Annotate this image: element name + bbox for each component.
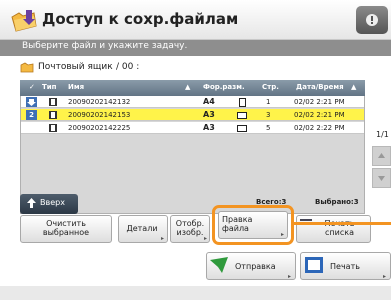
footer-bar [0,286,391,300]
document-type-icon [49,111,57,119]
header-name[interactable]: Имя [68,83,84,91]
chevron-right-icon: ▸ [161,235,165,242]
landscape-icon [237,125,247,132]
folder-access-icon [11,10,37,32]
status-icon [366,14,378,26]
mailbox-icon [20,62,34,73]
file-date: 02/02 2:21 PM [294,98,345,106]
page-indicator: 1/1 [376,130,389,139]
print-list-label-2: списка [325,228,354,237]
mailbox-number: / 00 : [116,62,140,72]
file-name: 20090202142225 [68,124,131,132]
mailbox-label: Почтовый ящик [38,62,113,72]
clear-label-2: выбранное [42,228,90,237]
send-icon [210,257,228,273]
chevron-right-icon: ▸ [383,273,387,280]
up-button-label: Вверх [40,198,65,207]
header-format[interactable]: Фор.разм. [203,83,245,91]
chevron-right-icon: ▸ [204,235,208,242]
header-datetime[interactable]: Дата/Время [296,83,344,91]
triangle-up-icon [378,153,385,158]
portrait-icon [239,98,246,107]
page-count: 3 [266,111,271,119]
details-label: Детали [126,224,158,233]
page-count: 5 [266,124,271,132]
page-count: 1 [266,98,271,106]
document-type-icon [49,124,57,132]
sort-arrow-icon: ▲ [185,83,191,91]
file-name: 20090202142132 [68,98,131,106]
highlight-frame [212,205,294,245]
paper-size: A3 [203,110,215,119]
print-icon [305,257,323,273]
scroll-down-button[interactable] [372,168,391,188]
callout-line [294,222,391,225]
sort-arrow-icon: ▲ [351,83,357,91]
up-arrow-icon [27,198,36,208]
send-label: Отправка [235,262,276,271]
file-name: 20090202142153 [68,111,131,119]
file-date: 02/02 2:22 PM [294,124,345,132]
document-type-icon [49,98,57,106]
file-date: 02/02 2:21 PM [294,111,345,119]
header-pages[interactable]: Стр. [262,83,279,91]
status-message: Выберите файл и укажите задачу. [22,41,188,51]
display-label-1: Отобр. [175,219,205,228]
landscape-icon [237,112,247,119]
header-check[interactable]: ✓ [29,83,35,91]
selection-order-badge: 2 [26,110,37,120]
selected-count: Выбрано:3 [315,198,359,206]
paper-size: A4 [203,97,215,106]
clear-label-1: Очистить [46,219,86,228]
triangle-down-icon [378,176,385,181]
scroll-up-button[interactable] [372,146,391,166]
print-label: Печать [330,262,360,271]
order-arrow-icon [26,97,37,107]
chevron-right-icon: ▸ [288,273,292,280]
header-type[interactable]: Тип [42,83,57,91]
paper-size: A3 [203,123,215,132]
window-title: Доступ к сохр.файлам [42,10,239,28]
system-monitor-button[interactable] [356,6,388,34]
